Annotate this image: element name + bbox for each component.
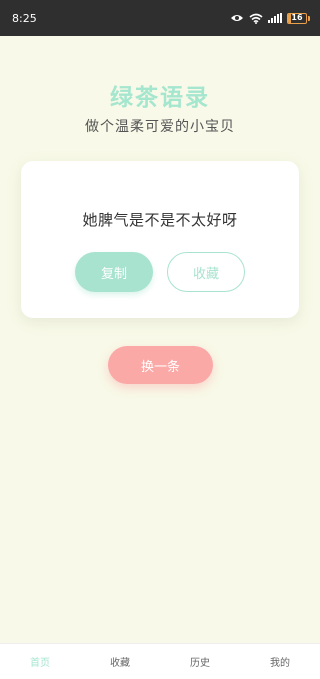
next-quote-button[interactable]: 换一条 <box>108 346 213 384</box>
status-bar: 8:25 16 <box>0 0 320 36</box>
status-icons: 16 <box>230 12 310 24</box>
copy-button[interactable]: 复制 <box>75 252 153 292</box>
app-subtitle: 做个温柔可爱的小宝贝 <box>85 119 235 135</box>
tab-mine[interactable]: 我的 <box>240 654 320 669</box>
wifi-icon <box>249 13 263 24</box>
quote-card: 她脾气是不是不太好呀 复制 收藏 <box>21 161 299 318</box>
tab-favorites[interactable]: 收藏 <box>80 654 160 669</box>
favorite-button[interactable]: 收藏 <box>167 252 245 292</box>
app-title: 绿茶语录 <box>110 85 210 111</box>
tab-home[interactable]: 首页 <box>0 654 80 669</box>
battery-level: 16 <box>291 12 303 22</box>
eye-icon <box>231 15 243 21</box>
tab-history[interactable]: 历史 <box>160 654 240 669</box>
status-time: 8:25 <box>12 11 37 25</box>
tab-bar: 首页 收藏 历史 我的 <box>0 643 320 679</box>
quote-text: 她脾气是不是不太好呀 <box>82 211 238 229</box>
battery-icon: 16 <box>287 12 310 24</box>
signal-icon <box>268 13 282 23</box>
